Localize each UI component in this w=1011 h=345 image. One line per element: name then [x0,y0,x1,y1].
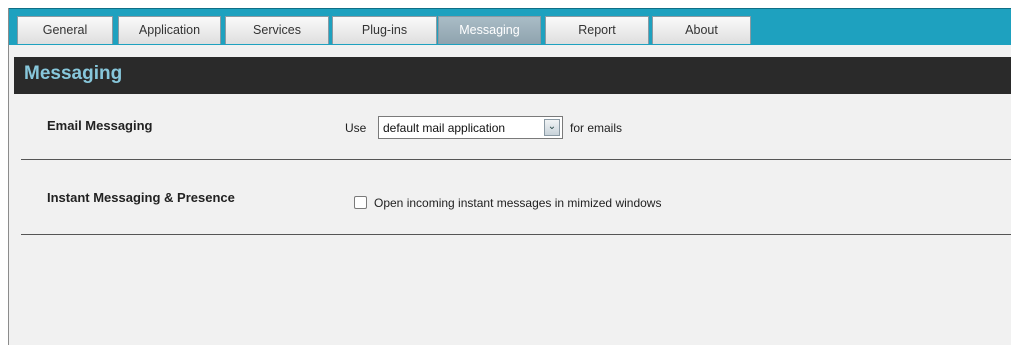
chevron-down-icon[interactable]: ⌄ [544,119,560,136]
email-messaging-label: Email Messaging [47,118,153,133]
minimized-windows-checkbox[interactable] [354,196,367,209]
page-title: Messaging [24,63,123,84]
use-label: Use [345,121,367,135]
settings-window: General Application Services Plug-ins Me… [8,8,1011,345]
tab-messaging[interactable]: Messaging [438,16,541,44]
mail-application-value: default mail application [383,121,506,135]
instant-messaging-label: Instant Messaging & Presence [47,190,235,205]
mail-application-select[interactable]: default mail application ⌄ [378,116,563,139]
page-header: Messaging [14,57,1011,94]
tab-plug-ins[interactable]: Plug-ins [332,16,437,44]
minimized-windows-label[interactable]: Open incoming instant messages in mimize… [374,196,661,210]
tab-services[interactable]: Services [225,16,329,44]
for-emails-label: for emails [570,121,623,135]
tab-application[interactable]: Application [118,16,221,44]
tab-about[interactable]: About [652,16,751,44]
tab-report[interactable]: Report [545,16,649,44]
divider [21,234,1011,235]
tab-bar: General Application Services Plug-ins Me… [9,8,1011,45]
tab-general[interactable]: General [17,16,113,44]
divider [21,159,1011,160]
